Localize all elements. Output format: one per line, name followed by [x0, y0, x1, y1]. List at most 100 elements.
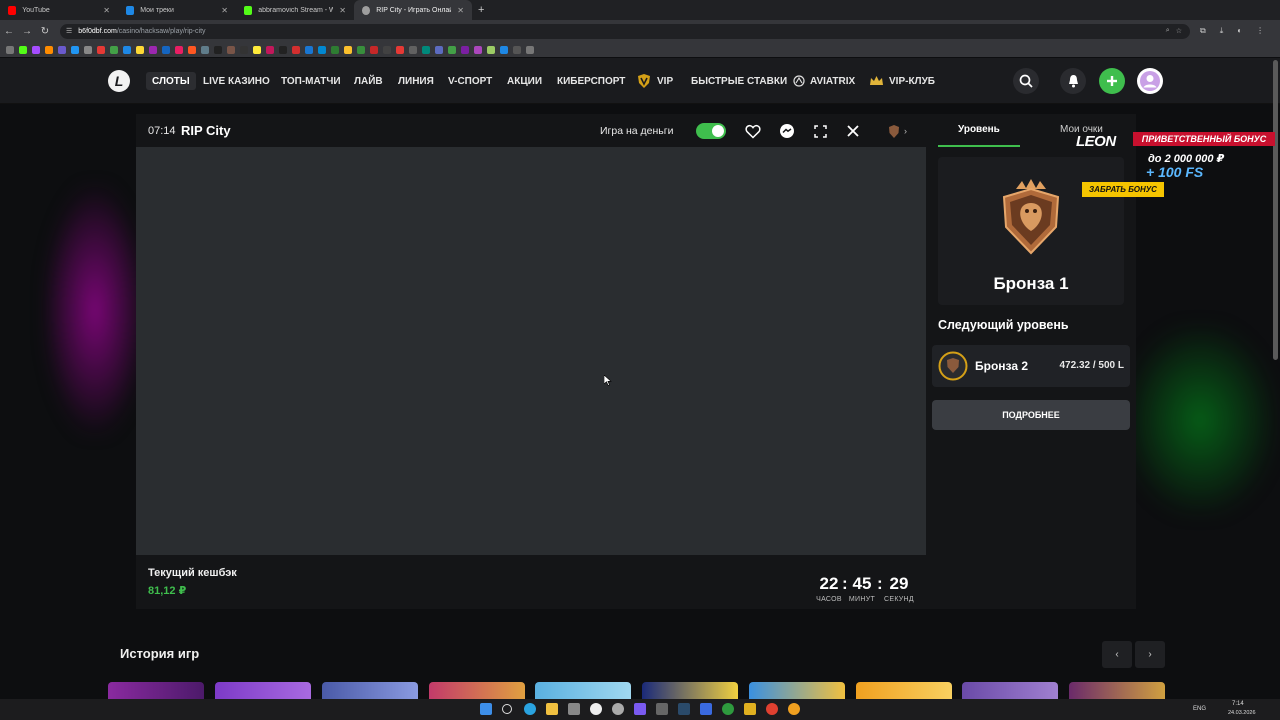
game-thumbnail[interactable] — [215, 682, 311, 700]
app-icon[interactable] — [700, 703, 712, 715]
profile-avatar[interactable] — [1137, 68, 1163, 94]
menu-icon[interactable]: ⋮ — [1256, 26, 1264, 36]
bookmark-icon[interactable] — [526, 45, 534, 54]
search-icon[interactable] — [502, 704, 512, 714]
game-thumbnail[interactable] — [642, 682, 738, 700]
nav-promotions[interactable]: АКЦИИ — [507, 72, 542, 90]
browser-tab[interactable]: Мои треки ✕ — [118, 0, 236, 20]
bookmark-icon[interactable] — [331, 45, 339, 54]
tab-level[interactable]: Уровень — [958, 124, 1000, 135]
bookmark-icon[interactable] — [513, 45, 521, 54]
bookmark-icon[interactable] — [305, 45, 313, 54]
more-info-button[interactable]: ПОДРОБНЕЕ — [932, 400, 1130, 430]
bookmark-icon[interactable] — [448, 45, 456, 54]
bookmark-icon[interactable] — [227, 45, 235, 54]
bookmark-icon[interactable] — [396, 45, 404, 54]
bookmark-icon[interactable] — [136, 45, 144, 54]
telegram-icon[interactable] — [524, 703, 536, 715]
favorite-button[interactable] — [744, 122, 762, 140]
game-thumbnail[interactable] — [535, 682, 631, 700]
nav-v-sport[interactable]: V-СПОРТ — [448, 72, 492, 90]
nav-aviatrix[interactable]: AVIATRIX — [793, 72, 855, 90]
search-button[interactable] — [1013, 68, 1039, 94]
game-thumbnail[interactable] — [322, 682, 418, 700]
game-thumbnail[interactable] — [429, 682, 525, 700]
bookmark-icon[interactable] — [370, 45, 378, 54]
nav-top-matches[interactable]: ТОП-МАТЧИ — [281, 72, 341, 90]
history-next-button[interactable]: › — [1135, 641, 1165, 668]
bookmark-icon[interactable] — [253, 45, 261, 54]
bookmark-icon[interactable] — [162, 45, 170, 54]
nav-line[interactable]: ЛИНИЯ — [398, 72, 434, 90]
bookmark-icon[interactable] — [292, 45, 300, 54]
windows-start-icon[interactable] — [480, 703, 492, 715]
bookmark-icon[interactable] — [214, 45, 222, 54]
bookmark-icon[interactable] — [383, 45, 391, 54]
bookmark-icon[interactable] — [19, 45, 27, 54]
app-icon[interactable] — [546, 703, 558, 715]
steam-icon[interactable] — [678, 703, 690, 715]
browser-tab-active[interactable]: RIP City - Играть Онлайн | ЛЕО ✕ — [354, 0, 472, 20]
forward-icon[interactable]: → — [18, 26, 36, 37]
bookmark-icon[interactable] — [58, 45, 66, 54]
star-icon[interactable]: ☆ — [1176, 27, 1182, 35]
bookmark-icon[interactable] — [409, 45, 417, 54]
app-icon[interactable] — [612, 703, 624, 715]
app-icon[interactable] — [634, 703, 646, 715]
game-thumbnail[interactable] — [749, 682, 845, 700]
close-icon[interactable]: ✕ — [103, 6, 110, 15]
bookmark-icon[interactable] — [97, 45, 105, 54]
bookmark-icon[interactable] — [279, 45, 287, 54]
back-icon[interactable]: ← — [0, 26, 18, 37]
xbox-icon[interactable] — [722, 703, 734, 715]
chrome-icon[interactable] — [788, 703, 800, 715]
bookmark-icon[interactable] — [32, 45, 40, 54]
taskbar-date[interactable]: 24.03.2026 — [1228, 710, 1256, 716]
app-icon[interactable] — [656, 703, 668, 715]
apps-icon[interactable] — [6, 45, 14, 54]
bookmark-icon[interactable] — [71, 45, 79, 54]
bookmark-icon[interactable] — [201, 45, 209, 54]
taskbar-lang[interactable]: ENG — [1193, 706, 1206, 712]
bookmark-icon[interactable] — [84, 45, 92, 54]
close-icon[interactable]: ✕ — [221, 6, 228, 15]
bookmark-icon[interactable] — [474, 45, 482, 54]
bookmark-icon[interactable] — [422, 45, 430, 54]
nav-vip-club[interactable]: VIP-КЛУБ — [869, 72, 935, 90]
chat-button[interactable] — [778, 122, 796, 140]
bookmark-icon[interactable] — [344, 45, 352, 54]
history-prev-button[interactable]: ‹ — [1102, 641, 1132, 668]
bookmark-icon[interactable] — [45, 45, 53, 54]
reload-icon[interactable]: ↻ — [36, 26, 54, 37]
bookmark-icon[interactable] — [487, 45, 495, 54]
nav-fast-bets[interactable]: БЫСТРЫЕ СТАВКИ — [691, 72, 787, 90]
extensions-icon[interactable]: ⧉ — [1200, 26, 1206, 36]
bookmark-icon[interactable] — [110, 45, 118, 54]
bookmark-icon[interactable] — [149, 45, 157, 54]
nav-live[interactable]: ЛАЙВ — [354, 72, 383, 90]
app-icon[interactable] — [568, 703, 580, 715]
bookmark-icon[interactable] — [123, 45, 131, 54]
game-thumbnail[interactable] — [856, 682, 952, 700]
nav-slots[interactable]: СЛОТЫ — [146, 72, 196, 90]
claim-bonus-button[interactable]: ЗАБРАТЬ БОНУС — [1082, 182, 1164, 197]
bookmark-icon[interactable] — [357, 45, 365, 54]
bookmark-icon[interactable] — [435, 45, 443, 54]
real-money-toggle[interactable] — [696, 123, 726, 139]
bookmark-icon[interactable] — [461, 45, 469, 54]
close-icon[interactable]: ✕ — [339, 6, 346, 15]
nav-live-casino[interactable]: LIVE КАЗИНО — [203, 72, 270, 90]
welcome-bonus-banner[interactable]: LEON ПРИВЕТСТВЕННЫЙ БОНУС до 2 000 000 ₽… — [1076, 128, 1276, 200]
app-icon[interactable] — [744, 703, 756, 715]
site-info-icon[interactable]: ☰ — [66, 27, 72, 35]
browser-tab[interactable]: YouTube ✕ — [0, 0, 118, 20]
fullscreen-button[interactable] — [811, 122, 829, 140]
game-thumbnail[interactable] — [962, 682, 1058, 700]
bookmark-icon[interactable] — [188, 45, 196, 54]
bookmark-icon[interactable] — [318, 45, 326, 54]
site-logo[interactable]: L — [108, 70, 130, 92]
game-thumbnail[interactable] — [1069, 682, 1165, 700]
nav-esports[interactable]: КИБЕРСПОРТ — [557, 72, 625, 90]
game-frame[interactable] — [136, 147, 926, 555]
zoom-icon[interactable]: ⌕ — [1166, 27, 1170, 35]
